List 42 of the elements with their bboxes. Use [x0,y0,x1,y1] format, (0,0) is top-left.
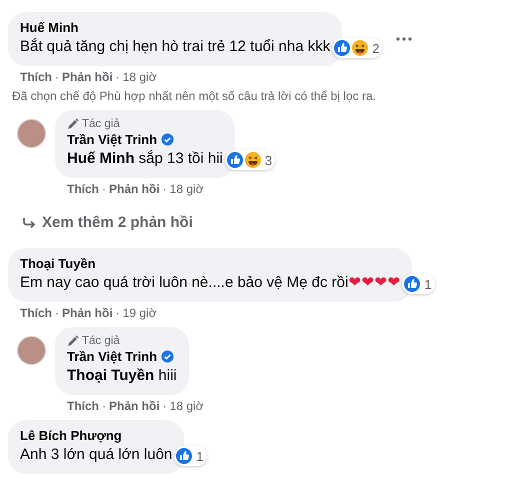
reaction-count[interactable]: 1 [174,446,207,466]
separator-dot: · [116,70,120,84]
like-link[interactable]: Thích [20,306,52,320]
reply-link[interactable]: Phản hồi [109,182,160,196]
separator-dot: · [102,399,106,413]
comment-text: Em nay cao quá trời luôn nè....e bảo vệ Mẹ đc rồi❤❤❤❤ [20,273,400,293]
author-label: Tác giả [67,335,177,347]
reaction-number: 1 [424,276,432,292]
commenter-name[interactable]: Huế Minh [20,20,330,35]
commenter-name[interactable]: Trần Việt Trinh [67,349,177,364]
separator-dot: · [102,182,106,196]
comment-text: Thoại Tuyền hiii [67,366,177,386]
comment-text: Anh 3 lớn quá lớn luôn [20,445,172,465]
reply-link[interactable]: Phản hồi [109,399,160,413]
reply-link[interactable]: Phản hồi [62,306,113,320]
filter-notice: Đã chọn chế độ Phù hợp nhất nên một số câu trả lời có thể bị lọc ra. [11,88,377,103]
comment-time: 18 giờ [170,399,204,413]
more-replies-link[interactable]: Xem thêm 2 phản hồi [8,196,516,241]
commenter-name[interactable]: Trần Việt Trinh [67,132,223,147]
comment-time: 19 giờ [122,306,157,320]
comment-text: Bắt quả tăng chị hẹn hò trai trẻ 12 tuổi nha kkk [20,37,330,57]
like-link[interactable]: Thích [67,399,99,413]
comment-time: 18 giờ [122,70,157,84]
author-label: Tác giả [67,118,223,130]
reaction-number: 3 [264,152,272,168]
reaction-count[interactable]: 1 [402,274,435,294]
reaction-number: 2 [372,40,380,56]
separator-dot: · [55,70,59,84]
like-link[interactable]: Thích [67,182,99,196]
commenter-name[interactable]: Thoại Tuyền [20,256,400,271]
separator-dot: · [55,306,59,320]
comment-text: Huế Minh sắp 13 tồi hii [67,149,223,169]
reaction-count[interactable]: 2 [332,38,382,58]
reaction-count[interactable]: 3 [224,150,276,170]
separator-dot: · [162,399,167,413]
reaction-number: 1 [196,448,204,464]
comment-time: 18 giờ [170,182,204,196]
commenter-name[interactable]: Lê Bích Phượng [20,428,172,443]
reply-link[interactable]: Phản hồi [62,70,113,84]
like-link[interactable]: Thích [20,70,52,84]
separator-dot: · [162,182,167,196]
separator-dot: · [116,306,120,320]
